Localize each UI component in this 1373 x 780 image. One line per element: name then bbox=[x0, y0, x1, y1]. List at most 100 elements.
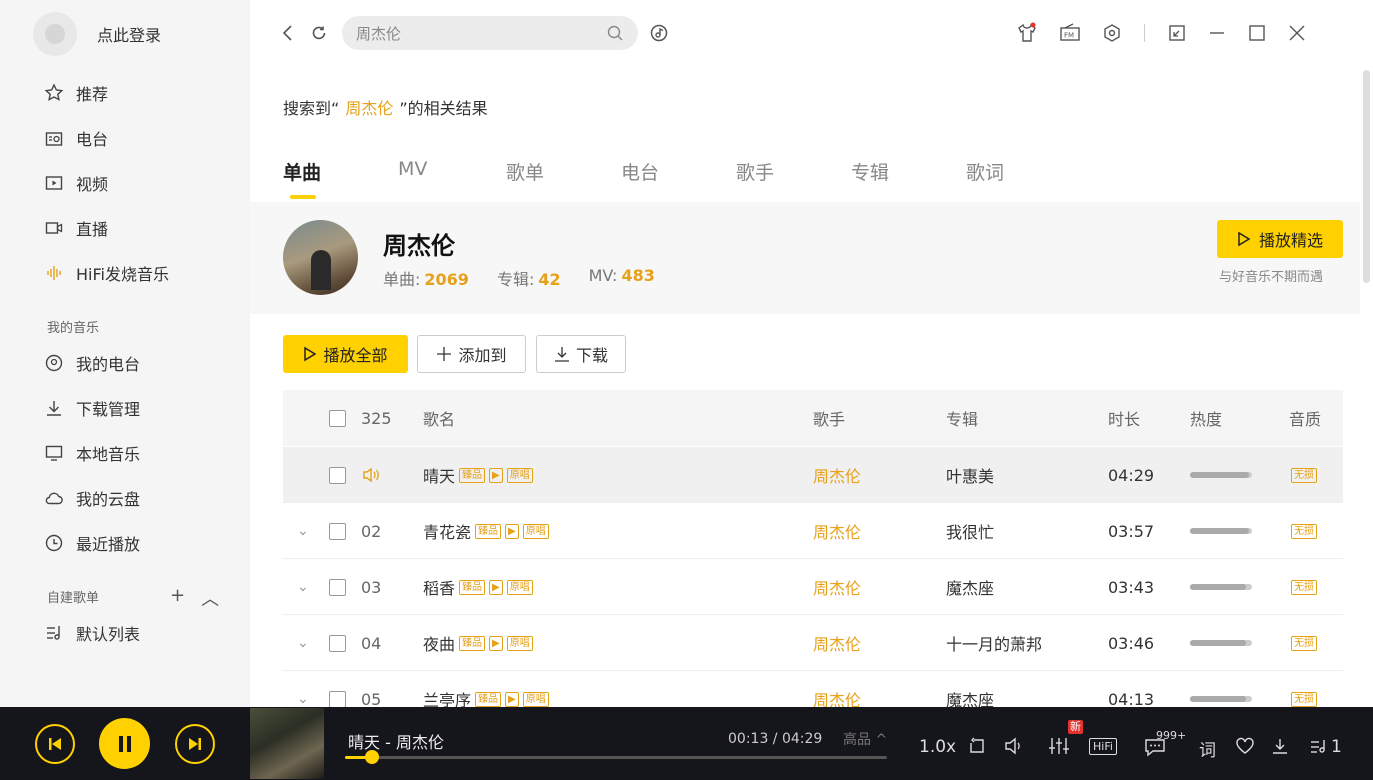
tab-lyrics[interactable]: 歌词 bbox=[966, 158, 1046, 185]
tab-radio[interactable]: 电台 bbox=[621, 158, 736, 185]
sidebar-item-recommend[interactable]: 推荐 bbox=[44, 78, 108, 108]
quality-selector[interactable]: 高品 ^ bbox=[843, 729, 887, 749]
table-row[interactable]: ⌄ 04 夜曲 臻品 ▶ 原唱 周杰伦 十一月的萧邦 03:46 无损 bbox=[283, 615, 1343, 671]
checkbox-box[interactable] bbox=[329, 690, 346, 708]
header-duration[interactable]: 时长 bbox=[1108, 390, 1140, 446]
tab-playlists[interactable]: 歌单 bbox=[506, 158, 621, 185]
table-row[interactable]: ⌄ 03 稻香 臻品 ▶ 原唱 周杰伦 魔杰座 03:43 无损 bbox=[283, 559, 1343, 615]
tab-mv[interactable]: MV bbox=[398, 158, 506, 185]
mv-badge[interactable]: ▶ bbox=[505, 523, 519, 539]
sidebar-item-live[interactable]: 直播 bbox=[44, 213, 108, 243]
sidebar-item-hifi[interactable]: HiFi发烧音乐 bbox=[44, 258, 169, 288]
checkbox-box[interactable] bbox=[329, 522, 346, 540]
avatar[interactable] bbox=[33, 12, 77, 56]
add-playlist-icon[interactable]: + bbox=[170, 585, 185, 611]
song-album[interactable]: 叶惠美 bbox=[946, 447, 994, 503]
minimize-icon[interactable] bbox=[1206, 22, 1228, 44]
search-icon[interactable] bbox=[606, 24, 624, 42]
tab-albums[interactable]: 专辑 bbox=[851, 158, 966, 185]
now-playing-title[interactable]: 晴天 - 周杰伦 bbox=[348, 729, 444, 753]
song-title[interactable]: 青花瓷 bbox=[423, 519, 471, 543]
song-title[interactable]: 稻香 bbox=[423, 575, 455, 599]
artist-photo[interactable] bbox=[283, 220, 358, 295]
mv-badge[interactable]: ▶ bbox=[505, 691, 519, 707]
checkbox-box[interactable] bbox=[329, 409, 346, 427]
close-icon[interactable] bbox=[1286, 22, 1308, 44]
music-recognize-icon[interactable] bbox=[648, 22, 670, 44]
song-album[interactable]: 魔杰座 bbox=[946, 559, 994, 615]
sidebar-item-downloads[interactable]: 下载管理 bbox=[44, 393, 140, 423]
expand-chevron-icon[interactable]: ⌄ bbox=[297, 503, 309, 559]
row-checkbox[interactable] bbox=[329, 503, 346, 559]
settings-gear-icon[interactable] bbox=[1101, 22, 1123, 44]
select-all-checkbox[interactable] bbox=[329, 390, 346, 446]
previous-track-button[interactable] bbox=[35, 724, 75, 764]
back-icon[interactable] bbox=[277, 22, 299, 44]
sidebar-item-recent[interactable]: 最近播放 bbox=[44, 528, 140, 558]
refresh-icon[interactable] bbox=[308, 22, 330, 44]
playback-speed[interactable]: 1.0x bbox=[919, 737, 956, 757]
maximize-icon[interactable] bbox=[1246, 22, 1268, 44]
fm-radio-icon[interactable]: FM bbox=[1059, 22, 1081, 44]
equalizer-icon[interactable] bbox=[1048, 736, 1070, 756]
pause-button[interactable] bbox=[99, 718, 150, 769]
collapse-chevron-icon[interactable]: ︿ bbox=[201, 585, 219, 611]
play-selection-button[interactable]: 播放精选 bbox=[1217, 220, 1343, 258]
search-bar[interactable] bbox=[342, 16, 638, 50]
checkbox-box[interactable] bbox=[329, 466, 346, 484]
checkbox-box[interactable] bbox=[329, 634, 346, 652]
skin-shirt-icon[interactable] bbox=[1016, 22, 1038, 44]
sidebar-item-video[interactable]: 视频 bbox=[44, 168, 108, 198]
header-album[interactable]: 专辑 bbox=[946, 390, 978, 446]
play-all-button[interactable]: 播放全部 bbox=[283, 335, 408, 373]
checkbox-box[interactable] bbox=[329, 578, 346, 596]
next-track-button[interactable] bbox=[175, 724, 215, 764]
row-checkbox[interactable] bbox=[329, 559, 346, 615]
playlist-queue[interactable]: 1 bbox=[1309, 737, 1342, 757]
search-input[interactable] bbox=[356, 24, 606, 42]
tab-singles[interactable]: 单曲 bbox=[283, 158, 398, 199]
progress-knob[interactable] bbox=[365, 750, 380, 764]
artist-name[interactable]: 周杰伦 bbox=[383, 226, 455, 261]
header-quality[interactable]: 音质 bbox=[1289, 390, 1321, 446]
add-to-button[interactable]: 添加到 bbox=[417, 335, 526, 373]
mini-mode-icon[interactable] bbox=[1166, 22, 1188, 44]
row-checkbox[interactable] bbox=[329, 447, 346, 503]
progress-bar[interactable] bbox=[345, 750, 887, 764]
header-name[interactable]: 歌名 bbox=[423, 390, 455, 446]
header-singer[interactable]: 歌手 bbox=[813, 390, 845, 446]
song-singer[interactable]: 周杰伦 bbox=[813, 503, 861, 559]
sidebar-item-local-music[interactable]: 本地音乐 bbox=[44, 438, 140, 468]
table-row[interactable]: 晴天 臻品 ▶ 原唱 周杰伦 叶惠美 04:29 无损 bbox=[283, 447, 1343, 503]
song-title[interactable]: 夜曲 bbox=[423, 631, 455, 655]
lyrics-button[interactable]: 词 bbox=[1199, 736, 1216, 761]
loop-mode-icon[interactable] bbox=[968, 737, 986, 755]
song-singer[interactable]: 周杰伦 bbox=[813, 615, 861, 671]
expand-chevron-icon[interactable]: ⌄ bbox=[297, 615, 309, 671]
expand-chevron-icon[interactable]: ⌄ bbox=[297, 559, 309, 615]
table-row[interactable]: ⌄ 02 青花瓷 臻品 ▶ 原唱 周杰伦 我很忙 03:57 无损 bbox=[283, 503, 1343, 559]
login-area[interactable]: 点此登录 bbox=[33, 12, 161, 56]
mv-badge[interactable]: ▶ bbox=[489, 635, 503, 651]
download-button[interactable]: 下载 bbox=[536, 335, 626, 373]
song-singer[interactable]: 周杰伦 bbox=[813, 447, 861, 503]
song-title[interactable]: 晴天 bbox=[423, 463, 455, 487]
download-icon[interactable] bbox=[1271, 737, 1289, 755]
row-checkbox[interactable] bbox=[329, 615, 346, 671]
song-singer[interactable]: 周杰伦 bbox=[813, 559, 861, 615]
mv-badge[interactable]: ▶ bbox=[489, 467, 503, 483]
album-cover[interactable] bbox=[250, 708, 324, 779]
header-heat[interactable]: 热度 bbox=[1190, 390, 1222, 446]
song-album[interactable]: 十一月的萧邦 bbox=[946, 615, 1042, 671]
sidebar-item-default-list[interactable]: 默认列表 bbox=[44, 618, 140, 648]
sidebar-item-my-radio[interactable]: 我的电台 bbox=[44, 348, 140, 378]
song-album[interactable]: 我很忙 bbox=[946, 503, 994, 559]
login-link[interactable]: 点此登录 bbox=[97, 22, 161, 46]
vertical-scrollbar[interactable] bbox=[1363, 70, 1370, 283]
mv-badge[interactable]: ▶ bbox=[489, 579, 503, 595]
favorite-heart-icon[interactable] bbox=[1235, 737, 1255, 755]
volume-icon[interactable] bbox=[1004, 737, 1026, 755]
sidebar-item-radio[interactable]: 电台 bbox=[44, 123, 108, 153]
hifi-toggle[interactable]: HiFi bbox=[1089, 738, 1117, 755]
tab-artists[interactable]: 歌手 bbox=[736, 158, 851, 185]
